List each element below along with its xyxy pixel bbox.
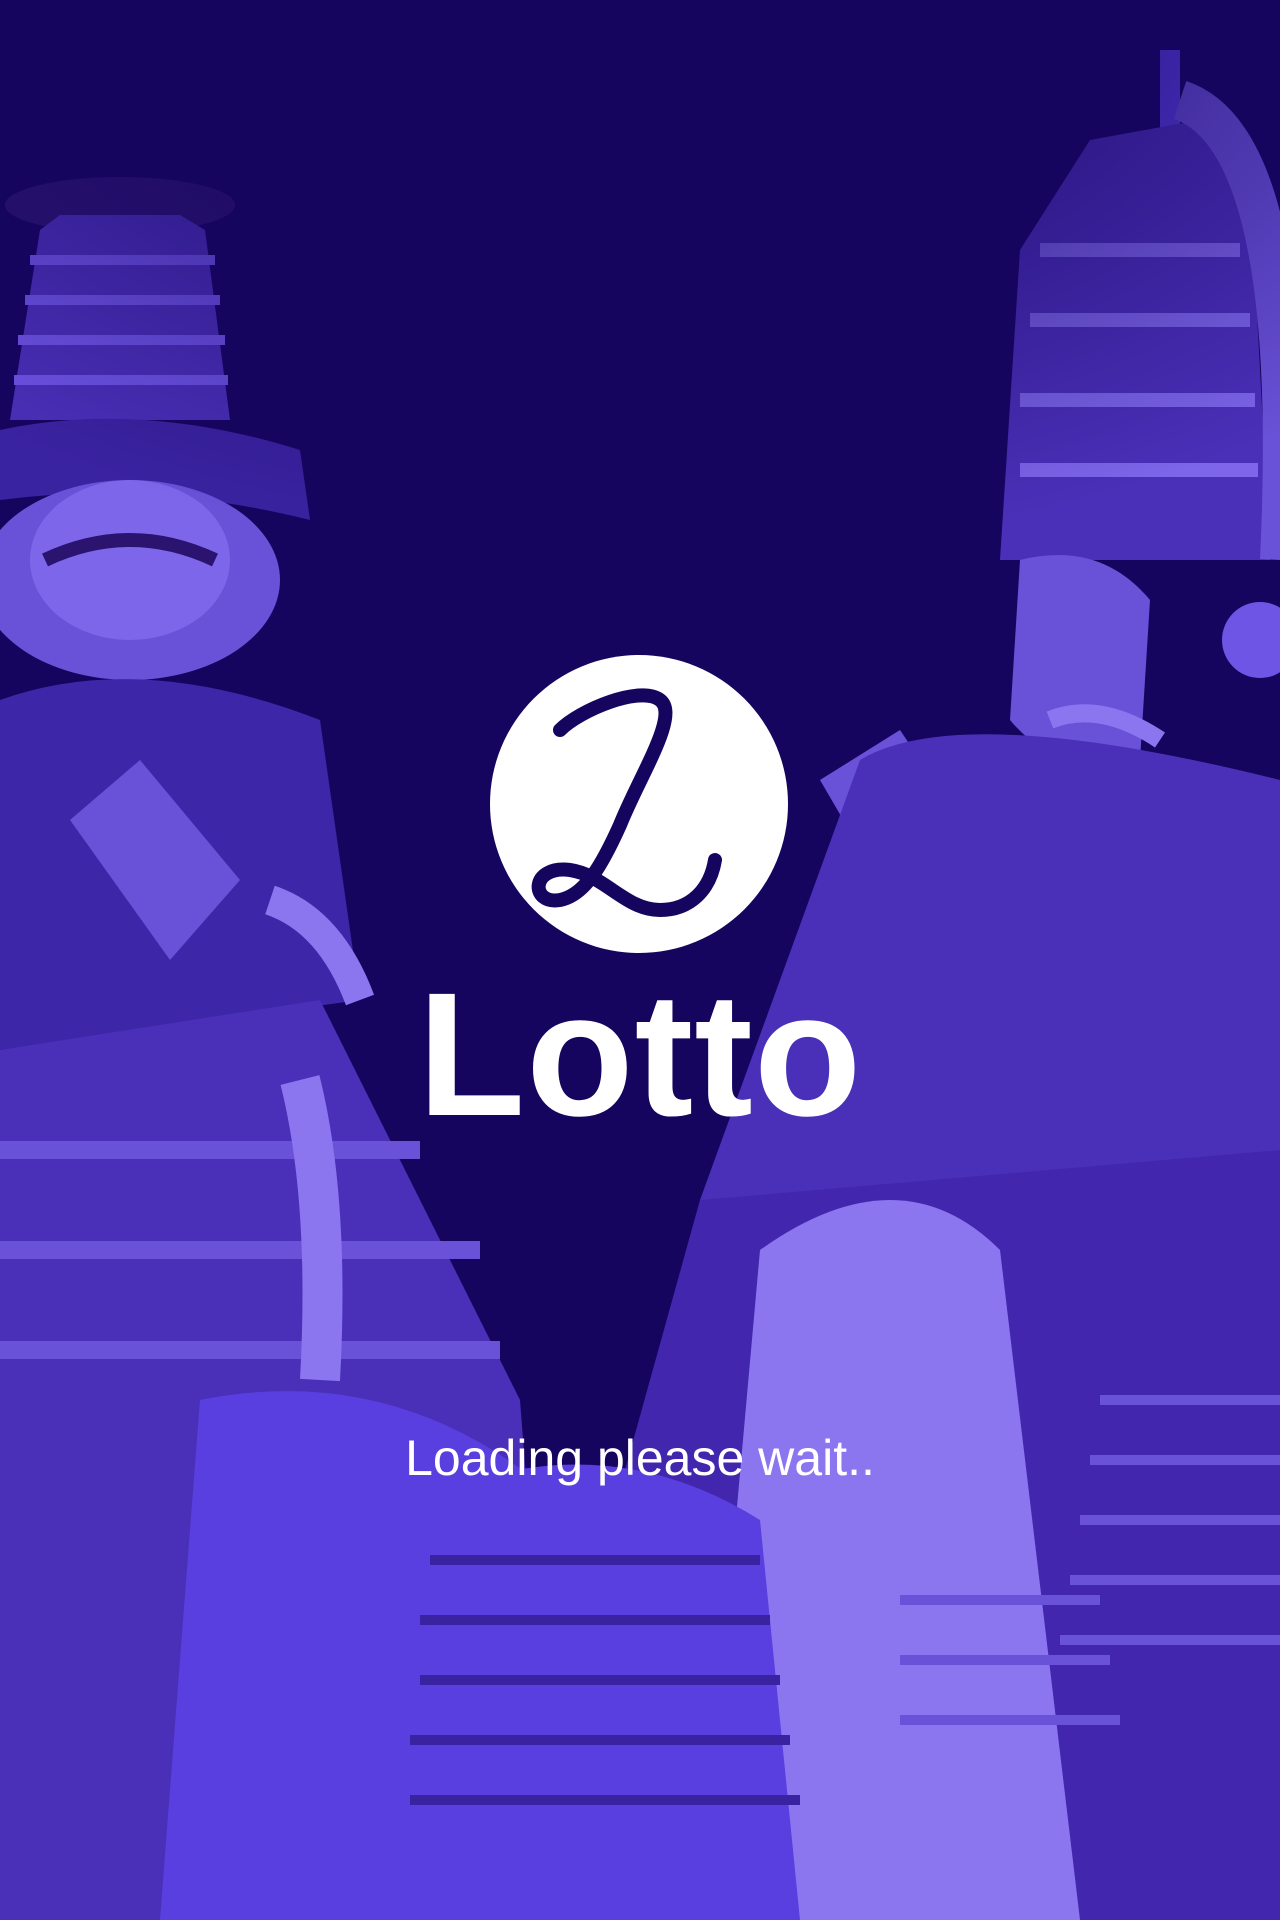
loading-status-text: Loading please wait.. — [405, 1430, 875, 1486]
logo-l-icon — [531, 688, 722, 917]
app-name: Lotto — [417, 957, 863, 1153]
splash-screen: Lotto Loading please wait.. — [0, 0, 1280, 1920]
